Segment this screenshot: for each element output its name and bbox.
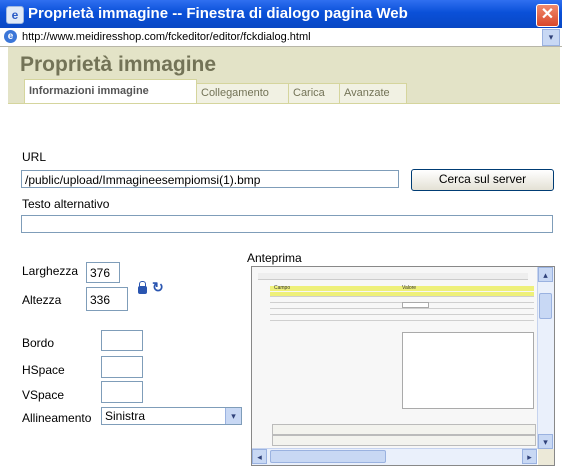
url-input[interactable]: /public/upload/Immagineesempiomsi(1).bmp bbox=[21, 170, 399, 188]
width-input[interactable]: 376 bbox=[86, 262, 120, 283]
window-title: Proprietà immagine -- Finestra di dialog… bbox=[28, 5, 408, 22]
scroll-left-icon[interactable]: ◂ bbox=[252, 449, 267, 464]
preview-textarea bbox=[402, 332, 534, 409]
preview-label: Anteprima bbox=[247, 251, 302, 265]
alignment-label: Allineamento bbox=[22, 411, 92, 425]
preview-image: Campo Valore bbox=[252, 267, 537, 449]
close-button[interactable]: ✕ bbox=[536, 4, 559, 27]
height-label: Altezza bbox=[22, 293, 62, 307]
ie-page-icon: e bbox=[6, 6, 24, 24]
preview-table-header: Campo Valore bbox=[270, 285, 534, 291]
lock-icon[interactable] bbox=[138, 281, 147, 294]
alt-text-input[interactable] bbox=[21, 215, 553, 233]
dialog-window: e Proprietà immagine -- Finestra di dial… bbox=[0, 0, 562, 473]
border-label: Bordo bbox=[22, 336, 55, 350]
address-url[interactable]: http://www.meidiresshop.com/fckeditor/ed… bbox=[22, 31, 311, 43]
preview-col-valore: Valore bbox=[402, 285, 417, 291]
dialog-header: Proprietà immagine Informazioni immagine… bbox=[8, 47, 560, 104]
address-dropdown-icon[interactable]: ▾ bbox=[542, 29, 560, 46]
vspace-input[interactable] bbox=[101, 381, 143, 403]
tab-avanzate[interactable]: Avanzate bbox=[339, 83, 407, 103]
scroll-down-icon[interactable]: ▾ bbox=[538, 434, 553, 449]
address-bar: e http://www.meidiresshop.com/fckeditor/… bbox=[0, 28, 562, 47]
preview-row bbox=[270, 316, 534, 321]
hspace-label: HSpace bbox=[22, 363, 65, 377]
scroll-up-icon[interactable]: ▴ bbox=[538, 267, 553, 282]
hspace-input[interactable] bbox=[101, 356, 143, 378]
tab-collegamento[interactable]: Collegamento bbox=[196, 83, 290, 103]
scrollbar-corner bbox=[538, 449, 554, 465]
chevron-down-icon[interactable]: ▾ bbox=[225, 408, 241, 424]
preview-field bbox=[402, 302, 429, 308]
title-bar[interactable]: e Proprietà immagine -- Finestra di dial… bbox=[0, 0, 562, 28]
horizontal-scroll-thumb[interactable] bbox=[270, 450, 386, 463]
scroll-right-icon[interactable]: ▸ bbox=[522, 449, 537, 464]
width-label: Larghezza bbox=[22, 264, 79, 278]
preview-window-header bbox=[258, 273, 528, 280]
preview-vertical-scrollbar[interactable]: ▴ ▾ bbox=[537, 267, 554, 449]
alignment-select[interactable]: Sinistra ▾ bbox=[101, 407, 242, 425]
preview-frame[interactable]: Campo Valore ▴ ▾ ◂ ▸ bbox=[251, 266, 555, 466]
url-label: URL bbox=[22, 150, 47, 164]
alignment-select-value: Sinistra bbox=[105, 409, 146, 423]
preview-row bbox=[270, 292, 534, 297]
vertical-scroll-thumb[interactable] bbox=[539, 293, 552, 319]
preview-row bbox=[270, 310, 534, 315]
browse-server-button[interactable]: Cerca sul server bbox=[411, 169, 554, 191]
alt-text-label: Testo alternativo bbox=[22, 197, 110, 211]
tab-carica[interactable]: Carica bbox=[288, 83, 341, 103]
vspace-label: VSpace bbox=[22, 388, 65, 402]
preview-horizontal-scrollbar[interactable]: ◂ ▸ bbox=[252, 448, 537, 465]
preview-toolbar bbox=[272, 424, 536, 435]
page-title: Proprietà immagine bbox=[20, 53, 217, 76]
preview-toolbar bbox=[272, 435, 536, 446]
tab-informazioni-immagine[interactable]: Informazioni immagine bbox=[24, 79, 197, 104]
ie-icon: e bbox=[4, 30, 17, 43]
height-input[interactable]: 336 bbox=[86, 287, 128, 311]
border-input[interactable] bbox=[101, 330, 143, 351]
preview-col-campo: Campo bbox=[274, 285, 291, 291]
reset-size-icon[interactable]: ↻ bbox=[152, 279, 164, 296]
